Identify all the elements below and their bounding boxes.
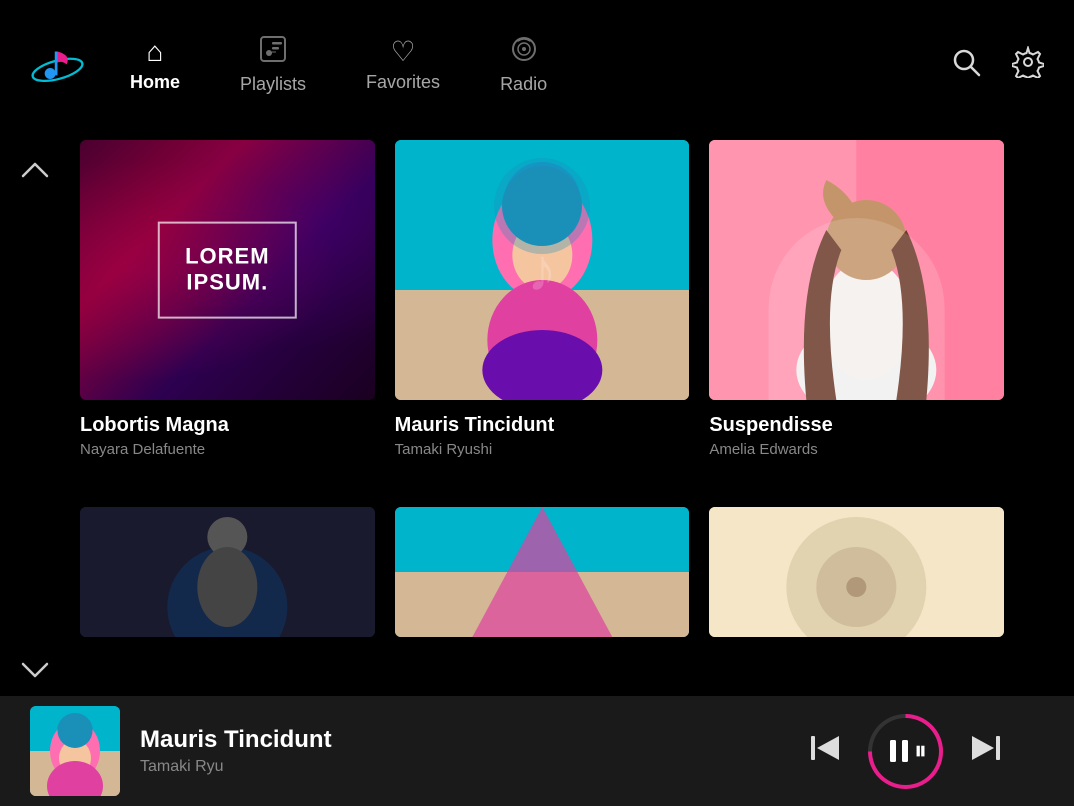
svg-text:H: H	[534, 188, 550, 213]
nav-actions	[950, 46, 1044, 85]
nav-item-home[interactable]: ⌂ Home	[130, 38, 180, 93]
card-image-1: LOREM IPSUM.	[80, 140, 375, 400]
settings-button[interactable]	[1012, 46, 1044, 85]
nav-item-radio[interactable]: Radio	[500, 35, 547, 95]
music-card-1[interactable]: LOREM IPSUM. Lobortis Magna Nayara Delaf…	[80, 140, 375, 507]
svg-text:H: H	[70, 724, 80, 740]
card-image-3	[709, 140, 1004, 400]
music-card-6[interactable]	[709, 507, 1004, 686]
playlists-icon	[259, 35, 287, 68]
music-card-2[interactable]: H Mauris Tincidunt Tamaki Ryushi	[395, 140, 690, 507]
lorem-line1: LOREM	[185, 244, 269, 270]
card-image-6	[709, 507, 1004, 637]
player-controls	[807, 714, 1004, 789]
scroll-up-button[interactable]	[20, 160, 50, 186]
player-bar: H Mauris Tincidunt Tamaki Ryu	[0, 696, 1074, 806]
lorem-line2: IPSUM.	[185, 270, 269, 296]
lorem-box: LOREM IPSUM.	[158, 222, 296, 319]
nav-item-playlists[interactable]: Playlists	[240, 35, 306, 95]
pause-button[interactable]	[868, 714, 943, 789]
search-button[interactable]	[950, 46, 982, 85]
card-title-3: Suspendisse	[709, 414, 1004, 437]
favorites-icon: ♡	[390, 38, 415, 66]
cards-grid: LOREM IPSUM. Lobortis Magna Nayara Delaf…	[0, 130, 1074, 696]
next-button[interactable]	[968, 730, 1004, 773]
card-subtitle-3: Amelia Edwards	[709, 441, 1004, 458]
nav-playlists-label: Playlists	[240, 74, 306, 95]
home-icon: ⌂	[147, 38, 164, 66]
card-image-4	[80, 507, 375, 637]
music-card-5[interactable]	[395, 507, 690, 686]
card-image-5	[395, 507, 690, 637]
main-content: LOREM IPSUM. Lobortis Magna Nayara Delaf…	[0, 130, 1074, 696]
card-title-2: Mauris Tincidunt	[395, 414, 690, 437]
player-track-title: Mauris Tincidunt	[140, 726, 807, 754]
navbar: ⌂ Home Playlists ♡ Favorites	[0, 0, 1074, 130]
scroll-down-button[interactable]	[20, 660, 50, 686]
card-subtitle-1: Nayara Delafuente	[80, 441, 375, 458]
music-card-3[interactable]: Suspendisse Amelia Edwards	[709, 140, 1004, 507]
nav-radio-label: Radio	[500, 74, 547, 95]
music-card-4[interactable]	[80, 507, 375, 686]
nav-home-label: Home	[130, 72, 180, 93]
nav-items: ⌂ Home Playlists ♡ Favorites	[130, 35, 950, 95]
nav-item-favorites[interactable]: ♡ Favorites	[366, 38, 440, 93]
nav-favorites-label: Favorites	[366, 72, 440, 93]
player-track-artist: Tamaki Ryu	[140, 758, 807, 776]
card-image-2: H	[395, 140, 690, 400]
card-subtitle-2: Tamaki Ryushi	[395, 441, 690, 458]
app-logo	[30, 35, 90, 95]
card-title-1: Lobortis Magna	[80, 414, 375, 437]
player-info: Mauris Tincidunt Tamaki Ryu	[140, 726, 807, 776]
player-thumbnail: H	[30, 706, 120, 796]
radio-icon	[510, 35, 538, 68]
prev-button[interactable]	[807, 730, 843, 773]
